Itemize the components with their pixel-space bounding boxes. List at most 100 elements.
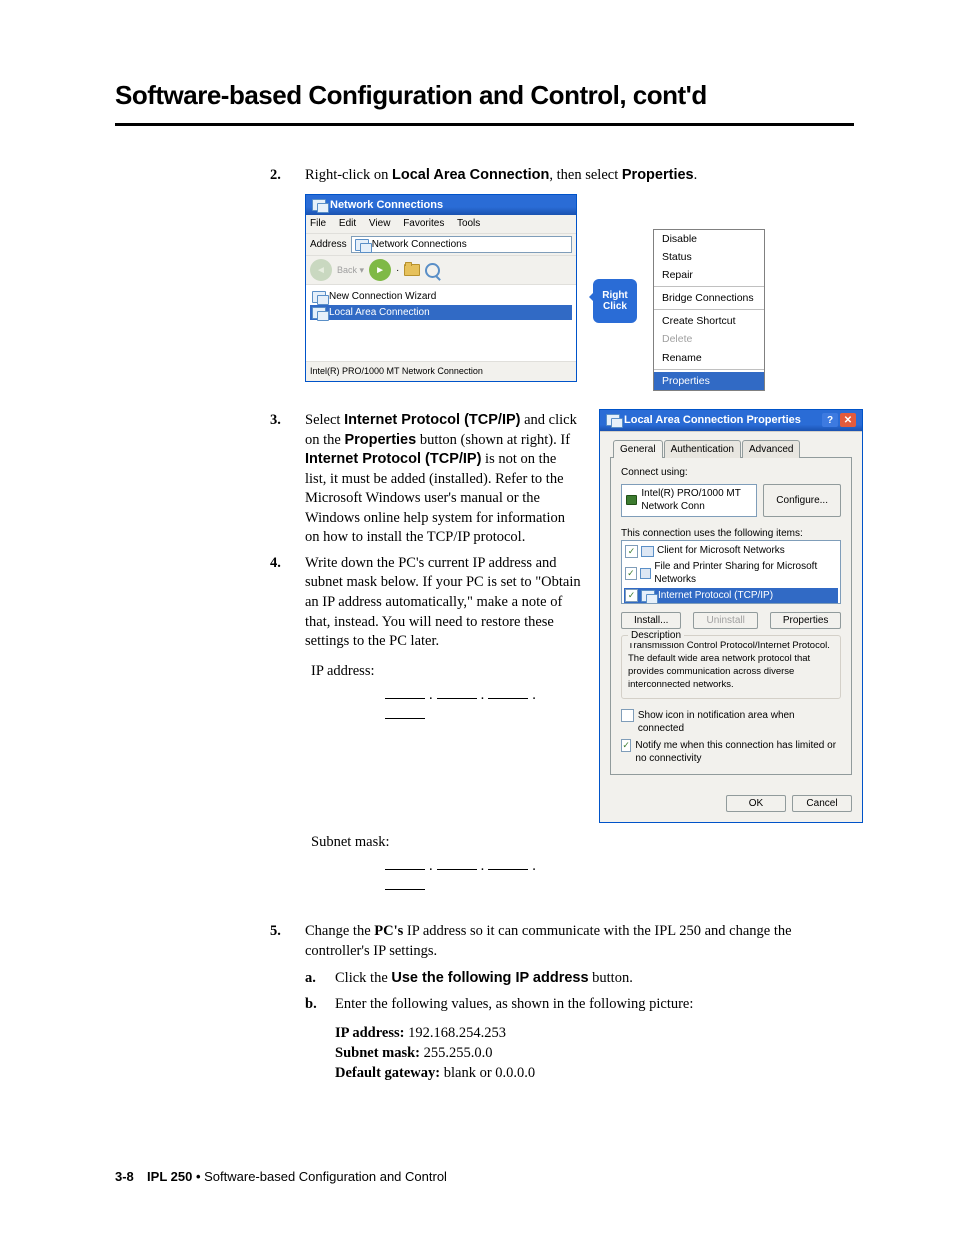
list-item[interactable]: ✓File and Printer Sharing for Microsoft … bbox=[624, 559, 838, 588]
network-icon bbox=[355, 239, 369, 251]
description-label: Description bbox=[628, 629, 684, 643]
items-label: This connection uses the following items… bbox=[621, 527, 841, 541]
uninstall-button: Uninstall bbox=[693, 612, 757, 629]
window-title: Network Connections bbox=[330, 198, 443, 213]
text-bold: Local Area Connection bbox=[392, 167, 549, 183]
text-bold: PC's bbox=[374, 923, 403, 939]
items-listbox[interactable]: ✓Client for Microsoft Networks ✓File and… bbox=[621, 540, 841, 604]
tab-authentication[interactable]: Authentication bbox=[664, 440, 741, 459]
menu-view[interactable]: View bbox=[369, 218, 391, 229]
list-item-selected[interactable]: ✓ Internet Protocol (TCP/IP) bbox=[624, 588, 838, 604]
notify-checkbox[interactable]: ✓ bbox=[621, 739, 631, 752]
subnet-mask-blanks: ... bbox=[381, 857, 581, 896]
list-item[interactable]: ✓Client for Microsoft Networks bbox=[624, 543, 838, 559]
window-addressbar: Address Network Connections bbox=[306, 234, 576, 257]
show-icon-label: Show icon in notification area when conn… bbox=[638, 709, 841, 736]
description-text: Transmission Control Protocol/Internet P… bbox=[628, 640, 834, 691]
menu-rename[interactable]: Rename bbox=[654, 349, 764, 367]
subnet-value: 255.255.0.0 bbox=[420, 1045, 493, 1061]
ip-address-blanks: ... bbox=[381, 686, 581, 725]
step3-number: 3. bbox=[270, 411, 305, 548]
subnet-mask-row: Subnet mask: bbox=[311, 833, 854, 853]
menu-disable[interactable]: Disable bbox=[654, 230, 764, 248]
footer-subtitle: Software-based Configuration and Control bbox=[204, 1169, 447, 1184]
address-field[interactable]: Network Connections bbox=[351, 236, 572, 254]
step5b-text: Enter the following values, as shown in … bbox=[335, 995, 854, 1015]
tcpip-icon bbox=[641, 590, 655, 602]
item-label: Internet Protocol (TCP/IP) bbox=[658, 589, 773, 603]
menu-bridge[interactable]: Bridge Connections bbox=[654, 289, 764, 307]
checkbox-icon[interactable]: ✓ bbox=[625, 545, 638, 558]
gateway-label: Default gateway: bbox=[335, 1065, 440, 1081]
text: Select bbox=[305, 412, 344, 428]
search-icon[interactable] bbox=[425, 263, 440, 278]
step5-number: 5. bbox=[270, 922, 305, 961]
menu-create-shortcut[interactable]: Create Shortcut bbox=[654, 312, 764, 330]
properties-button[interactable]: Properties bbox=[770, 612, 842, 629]
menu-edit[interactable]: Edit bbox=[339, 218, 356, 229]
cancel-button[interactable]: Cancel bbox=[792, 795, 852, 812]
menu-properties[interactable]: Properties bbox=[654, 372, 764, 390]
tab-general[interactable]: General bbox=[613, 440, 663, 459]
list-item[interactable]: New Connection Wizard bbox=[310, 289, 572, 305]
checkbox-icon[interactable]: ✓ bbox=[625, 567, 637, 580]
menu-separator bbox=[654, 309, 764, 310]
menu-separator bbox=[654, 369, 764, 370]
client-icon bbox=[641, 546, 654, 557]
window-body: New Connection Wizard Local Area Connect… bbox=[306, 285, 576, 361]
tab-advanced[interactable]: Advanced bbox=[742, 440, 800, 459]
step5a-number: a. bbox=[305, 969, 335, 989]
adapter-field: Intel(R) PRO/1000 MT Network Conn bbox=[621, 484, 757, 517]
close-button[interactable]: ✕ bbox=[840, 413, 856, 427]
menu-repair[interactable]: Repair bbox=[654, 266, 764, 284]
lan-properties-dialog: Local Area Connection Properties ? ✕ Gen… bbox=[599, 409, 863, 823]
text-bold: Use the following IP address bbox=[391, 970, 588, 986]
checkbox-icon[interactable]: ✓ bbox=[625, 589, 638, 602]
wizard-icon bbox=[312, 291, 326, 303]
dialog-title: Local Area Connection Properties bbox=[624, 413, 801, 428]
footer-section: IPL 250 • bbox=[147, 1169, 204, 1184]
text: Right-click on bbox=[305, 167, 392, 183]
ok-button[interactable]: OK bbox=[726, 795, 786, 812]
back-button[interactable]: ◄ bbox=[310, 259, 332, 281]
text: button (shown at right). If bbox=[416, 432, 570, 448]
separator: · bbox=[396, 264, 399, 278]
text: , then select bbox=[549, 167, 621, 183]
step5b-number: b. bbox=[305, 995, 335, 1015]
text-bold: Properties bbox=[344, 432, 416, 448]
step5a-text: Click the Use the following IP address b… bbox=[335, 969, 854, 989]
dialog-tabs: General Authentication Advanced bbox=[613, 440, 852, 459]
show-icon-checkbox[interactable] bbox=[621, 709, 634, 722]
text: Click the bbox=[335, 970, 391, 986]
connect-using-label: Connect using: bbox=[621, 466, 841, 480]
help-button[interactable]: ? bbox=[822, 413, 838, 427]
callout-line1: Right bbox=[602, 290, 628, 301]
configure-button[interactable]: Configure... bbox=[763, 484, 841, 517]
menu-tools[interactable]: Tools bbox=[457, 218, 480, 229]
adapter-icon bbox=[626, 495, 637, 505]
list-item-selected[interactable]: Local Area Connection bbox=[310, 305, 572, 321]
page-number: 3-8 bbox=[115, 1169, 134, 1184]
install-button[interactable]: Install... bbox=[621, 612, 681, 629]
text: Change the bbox=[305, 923, 374, 939]
item-label: Local Area Connection bbox=[329, 306, 430, 320]
folder-up-icon[interactable] bbox=[404, 264, 420, 276]
menu-favorites[interactable]: Favorites bbox=[403, 218, 444, 229]
page-footer: 3-8 IPL 250 • Software-based Configurati… bbox=[115, 1169, 447, 1185]
menu-status[interactable]: Status bbox=[654, 248, 764, 266]
ip-label: IP address: bbox=[335, 1025, 404, 1041]
network-icon bbox=[312, 199, 326, 211]
address-label: Address bbox=[310, 238, 347, 252]
window-statusbar: Intel(R) PRO/1000 MT Network Connection bbox=[306, 361, 576, 380]
window-toolbar: ◄ Back ▾ ► · bbox=[306, 256, 576, 285]
forward-button[interactable]: ► bbox=[369, 259, 391, 281]
text-bold: Properties bbox=[622, 167, 694, 183]
notify-label: Notify me when this connection has limit… bbox=[635, 739, 841, 766]
step5-text: Change the PC's IP address so it can com… bbox=[305, 922, 854, 961]
menu-file[interactable]: File bbox=[310, 218, 326, 229]
menu-separator bbox=[654, 286, 764, 287]
step2-text: Right-click on Local Area Connection, th… bbox=[305, 166, 854, 186]
back-label: Back ▾ bbox=[337, 264, 364, 276]
ip-value: 192.168.254.253 bbox=[404, 1025, 506, 1041]
lan-icon bbox=[312, 307, 326, 319]
